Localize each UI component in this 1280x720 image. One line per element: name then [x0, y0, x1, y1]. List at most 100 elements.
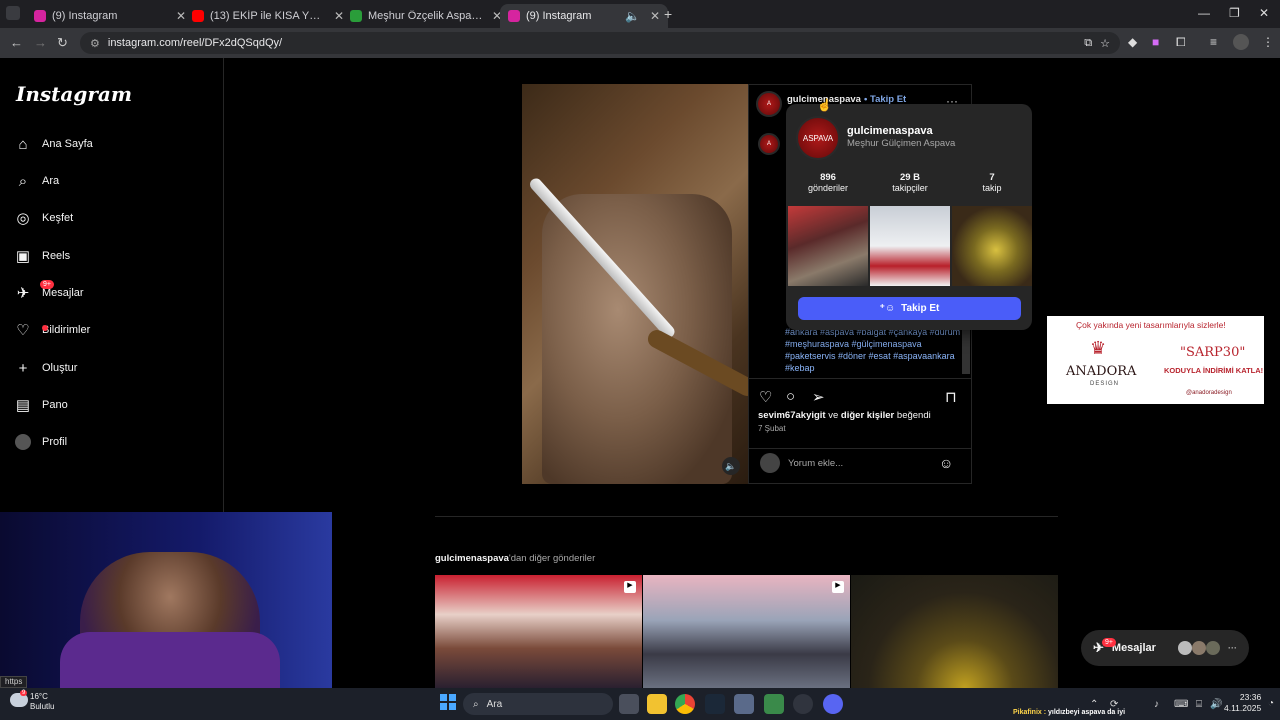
ad-discount-code: "SARP30": [1180, 345, 1246, 360]
extensions-puzzle-icon[interactable]: ⧠: [1176, 35, 1186, 50]
chrome-icon[interactable]: [675, 694, 695, 714]
tab-maps[interactable]: Meşhur Özçelik Aspava, Ankara ✕: [342, 4, 510, 28]
reload-icon[interactable]: ↻: [57, 35, 68, 51]
hashtags-text[interactable]: #ankara #aspava #balgat #çankaya #dürüm …: [785, 327, 960, 373]
keyboard-icon[interactable]: ⌨: [1174, 699, 1188, 710]
speaker-icon[interactable]: 🔈: [625, 9, 640, 23]
reels-icon: ▣: [15, 248, 31, 265]
hovercard-thumb-1[interactable]: [788, 206, 868, 286]
liker-username[interactable]: sevim67akyigit: [758, 410, 826, 421]
comment-input[interactable]: Yorum ekle...: [788, 458, 843, 469]
install-app-icon[interactable]: ⧉: [1084, 37, 1092, 50]
sidebar-item-create[interactable]: + Oluştur: [14, 353, 78, 383]
mouse-cursor-icon: ☝: [817, 98, 832, 112]
tab-youtube[interactable]: (13) EKİP ile KISA YOL VLOG - Y ✕: [184, 4, 352, 28]
task-view-icon[interactable]: [619, 694, 639, 714]
steam-icon[interactable]: [705, 694, 725, 714]
network-icon[interactable]: ⌸: [1196, 699, 1202, 710]
stat-following: 7 takip: [954, 172, 1030, 193]
more-posts-user[interactable]: gulcimenaspava: [435, 553, 509, 564]
hovercard-thumb-2[interactable]: [870, 206, 950, 286]
hovercard-avatar[interactable]: ASPAVA: [796, 116, 840, 160]
save-bookmark-icon[interactable]: ⊓: [945, 388, 957, 406]
more-posts-title: gulcimenaspava'dan diğer gönderiler: [435, 553, 595, 564]
sidebar-item-notifications[interactable]: ♡ Bildirimler: [14, 315, 90, 345]
media-controls-icon[interactable]: ≡: [1210, 35, 1217, 49]
taskbar-clock[interactable]: 23:36 4.11.2025: [1224, 692, 1261, 714]
tab-search-icon[interactable]: [6, 6, 20, 20]
sidebar-item-reels[interactable]: ▣ Reels: [14, 241, 70, 271]
close-window-icon[interactable]: ✕: [1259, 6, 1269, 20]
share-icon[interactable]: ➢: [812, 388, 825, 406]
caption-scrollbar[interactable]: [962, 326, 970, 374]
hovercard-follow-button[interactable]: ⁺☺ Takip Et: [798, 297, 1021, 320]
tab-title: (9) Instagram: [526, 10, 592, 22]
ad-brand: ANADORA: [1066, 364, 1137, 379]
likes-suffix: beğendi: [894, 410, 931, 421]
extension-purple-icon[interactable]: ■: [1152, 35, 1159, 49]
messages-pill[interactable]: ✈ Mesajlar ···: [1081, 630, 1249, 666]
post-author-avatar[interactable]: A: [756, 91, 782, 117]
menu-kebab-icon[interactable]: ⋮: [1262, 35, 1274, 49]
likers-others-link[interactable]: diğer kişiler: [841, 410, 894, 421]
hovercard-thumb-3[interactable]: [952, 206, 1032, 286]
taskbar-search[interactable]: ⌕ Ara: [463, 693, 613, 715]
avatar: [1192, 641, 1206, 655]
grid-post-2[interactable]: [643, 575, 850, 688]
tray-sync-icon[interactable]: ⟳: [1110, 699, 1118, 710]
sidebar-item-label: Ara: [42, 175, 60, 187]
tab-instagram-active[interactable]: (9) Instagram 🔈 ✕: [500, 4, 668, 28]
weather-temp: 16°C: [30, 692, 48, 701]
close-icon[interactable]: ✕: [650, 9, 660, 23]
ad-headline: Çok yakında yeni tasarımlarıyla sizlerle…: [1076, 320, 1226, 330]
site-info-icon[interactable]: ⚙: [90, 37, 100, 50]
status-url: https: [0, 676, 28, 688]
reel-badge-icon: ▶: [832, 581, 844, 593]
streamer-shirt-image: [60, 632, 280, 688]
weather-widget[interactable]: 16°C Bulutlu: [30, 692, 54, 712]
stat-value: 29 B: [899, 172, 921, 183]
notepad-icon[interactable]: [764, 694, 784, 714]
sidebar-item-dashboard[interactable]: ▤ Pano: [14, 390, 68, 420]
new-tab-icon[interactable]: +: [664, 6, 672, 22]
grid-post-3[interactable]: [851, 575, 1058, 688]
sidebar-item-home[interactable]: ⌂ Ana Sayfa: [14, 129, 92, 159]
minimize-icon[interactable]: —: [1198, 6, 1210, 20]
sidebar-item-messages[interactable]: ✈ 9+ Mesajlar: [14, 278, 84, 308]
post-video[interactable]: [522, 84, 748, 484]
sidebar-item-profile[interactable]: Profil: [14, 427, 67, 457]
bookmark-star-icon[interactable]: ☆: [1100, 37, 1110, 50]
sidebar-item-label: Keşfet: [42, 212, 74, 224]
hovercard-username[interactable]: gulcimenaspava: [847, 125, 933, 137]
stat-posts: 896 gönderiler: [790, 172, 866, 193]
home-icon: ⌂: [18, 135, 28, 153]
tab-instagram-1[interactable]: (9) Instagram ✕: [26, 4, 194, 28]
forward-icon[interactable]: →: [34, 35, 47, 50]
back-icon[interactable]: ←: [10, 35, 23, 50]
sidebar-item-search[interactable]: ⌕ Ara: [14, 166, 59, 196]
sidebar-item-explore[interactable]: ◎ Keşfet: [14, 203, 73, 233]
file-explorer-icon[interactable]: [647, 694, 667, 714]
sound-toggle-icon[interactable]: 🔈: [722, 457, 740, 475]
address-bar[interactable]: ⚙ instagram.com/reel/DFx2dQSqdQy/ ⧉ ☆: [80, 32, 1120, 54]
follow-button-label: Takip Et: [901, 303, 940, 314]
profile-avatar[interactable]: [1233, 34, 1249, 50]
caption-author-avatar[interactable]: A: [758, 133, 780, 155]
notification-bell-icon[interactable]: ◔: [1268, 698, 1274, 709]
like-heart-icon[interactable]: ♡: [759, 388, 772, 406]
microphone-icon[interactable]: ♪: [1154, 699, 1159, 710]
volume-icon[interactable]: 🔊: [1210, 699, 1222, 710]
comment-icon[interactable]: ○: [786, 388, 795, 405]
obs-icon[interactable]: [793, 694, 813, 714]
restore-icon[interactable]: ❐: [1229, 6, 1240, 20]
instagram-logo[interactable]: Instagram: [16, 82, 132, 106]
post-hashtags[interactable]: #ankara #aspava #balgat #çankaya #dürüm …: [785, 326, 961, 374]
ad-handle: @anadoradesign: [1186, 390, 1232, 396]
grid-post-1[interactable]: [435, 575, 642, 688]
extension-diamond-icon[interactable]: ◆: [1128, 35, 1137, 49]
tray-chevron-icon[interactable]: ⌃: [1090, 699, 1098, 710]
app-icon[interactable]: [734, 694, 754, 714]
emoji-icon[interactable]: ☺: [939, 455, 953, 471]
discord-icon[interactable]: [823, 694, 843, 714]
windows-start-icon[interactable]: [440, 694, 456, 710]
